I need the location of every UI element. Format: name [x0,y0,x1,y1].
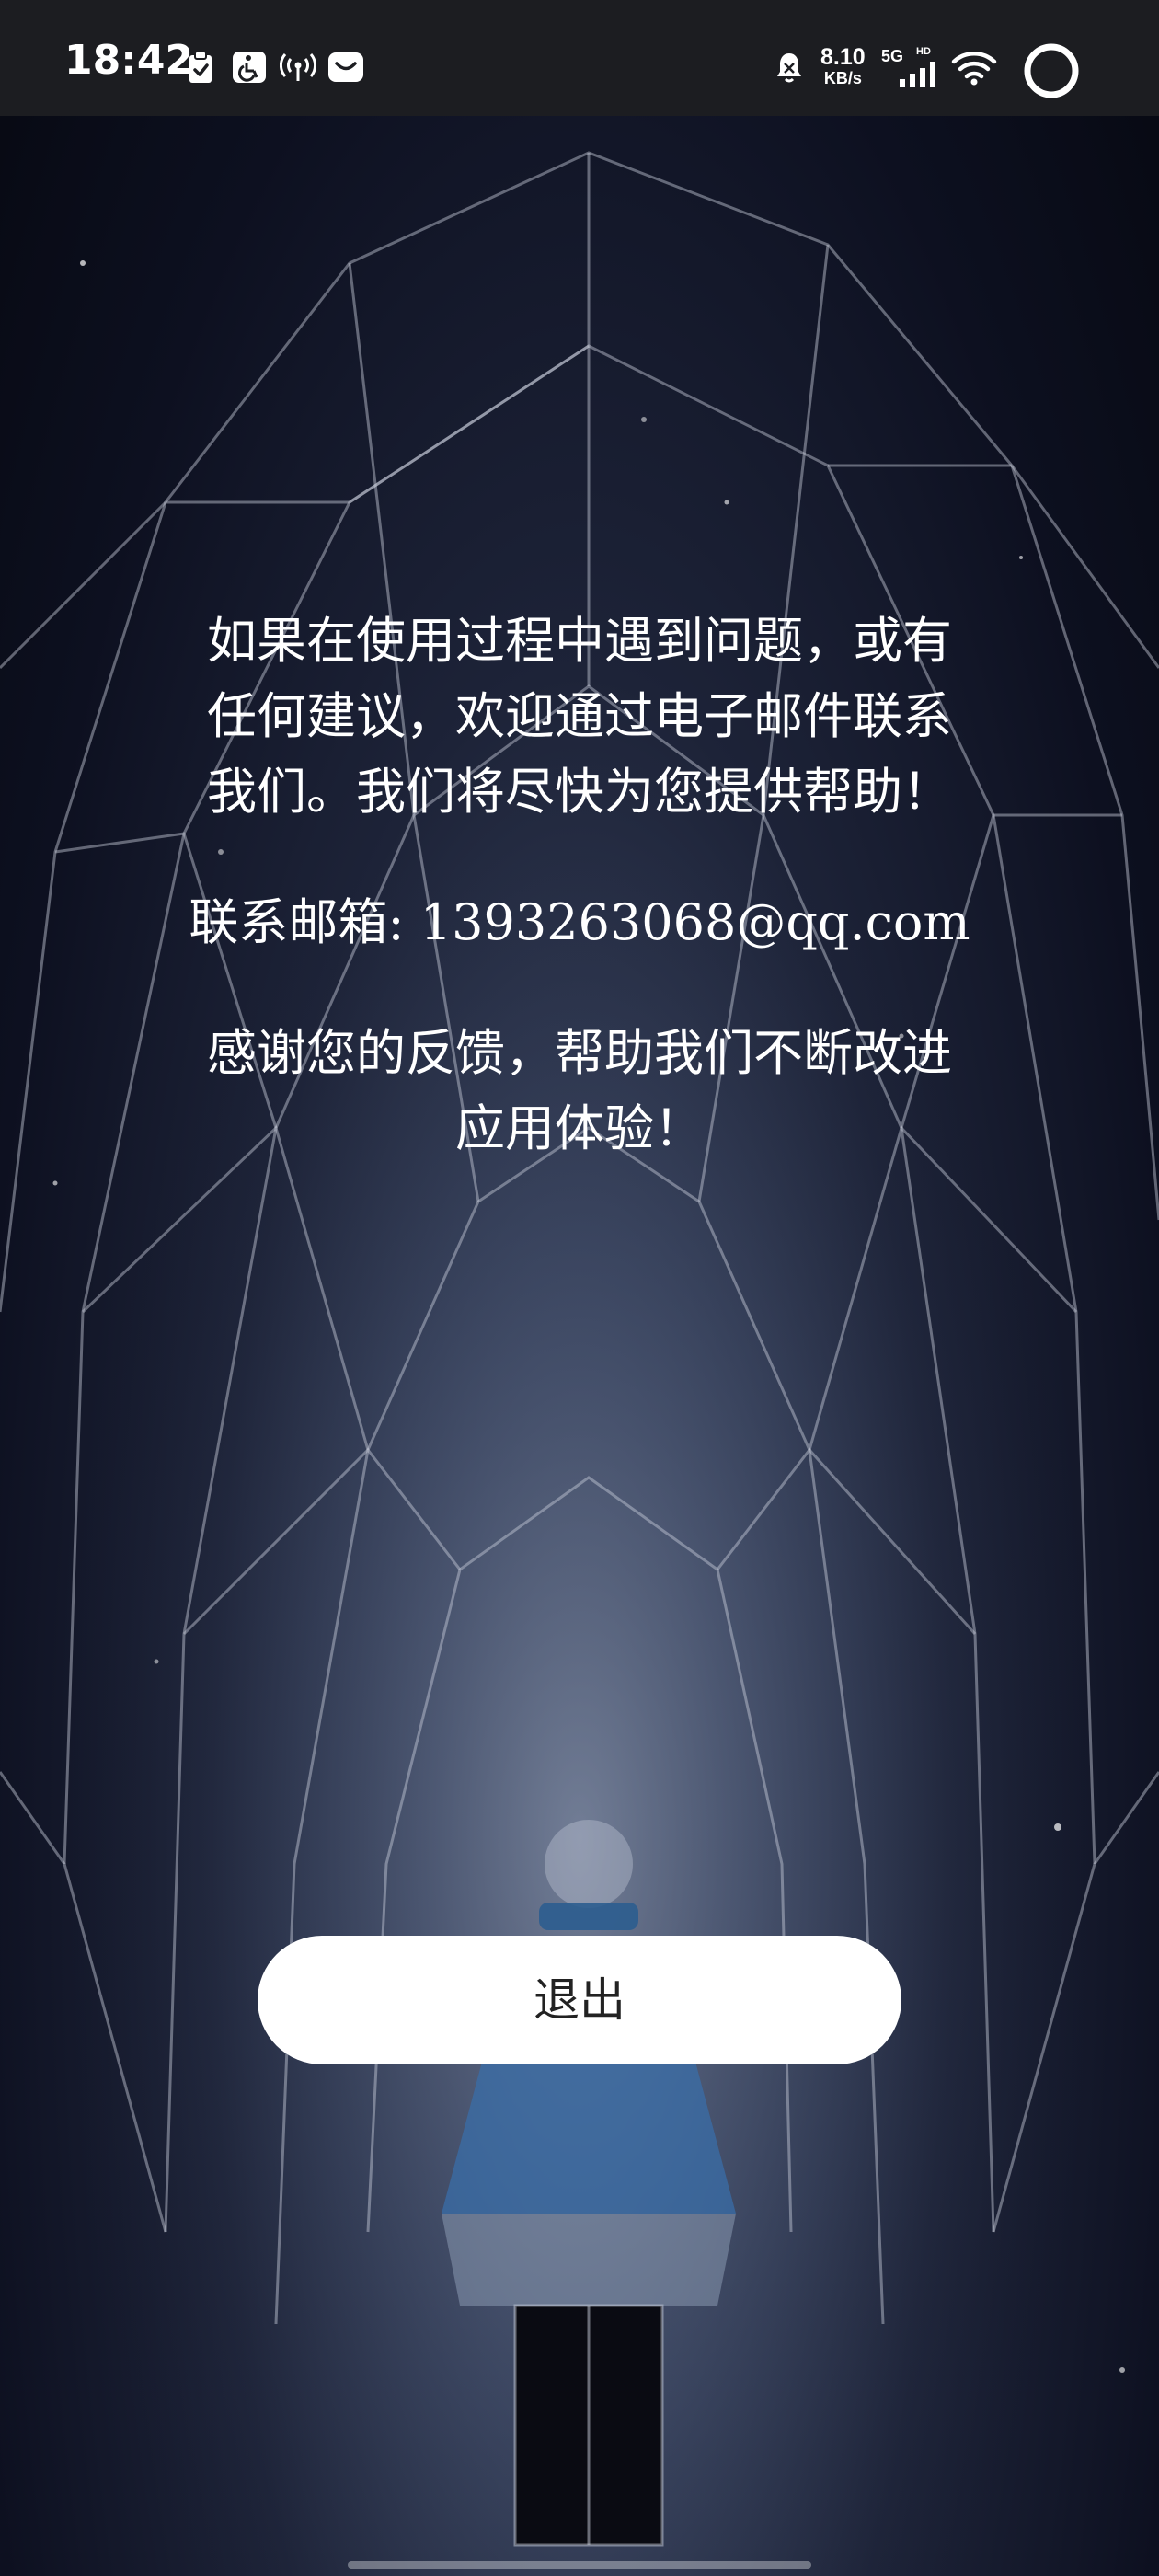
message-icon [327,52,364,86]
help-text: 如果在使用过程中遇到问题，或有任何建议，欢迎通过电子邮件联系我们。我们将尽快为您… [207,612,952,821]
clipboard-check-icon [188,51,213,87]
network-hd: HD [916,46,931,57]
feedback-screen: 18:42 8.10 KB/s 5G HD 如果在使用过程中遇到问题，或有任何建… [0,0,1159,2576]
home-indicator[interactable] [348,2561,811,2569]
circle-icon [1023,42,1080,103]
net-speed-value: 8.10 [820,44,866,70]
signal-icon [898,61,940,92]
wifi-icon [951,50,997,90]
contact-email: 联系邮箱: 1393263068@qq.com [189,893,970,951]
status-bar: 18:42 8.10 KB/s 5G HD [0,0,1159,116]
accessibility-icon [232,51,267,87]
exit-button[interactable]: 退出 [258,1936,901,2064]
status-time: 18:42 [64,37,194,84]
feedback-message: 如果在使用过程中遇到问题，或有任何建议，欢迎通过电子邮件联系我们。我们将尽快为您… [189,604,970,1167]
background-illustration [0,116,1159,2576]
thanks-text: 感谢您的反馈，帮助我们不断改进应用体验！ [207,1024,952,1157]
alarm-icon [775,51,804,87]
net-speed: 8.10 KB/s [820,44,866,87]
net-speed-unit: KB/s [823,69,862,87]
hotspot-icon [279,52,317,86]
